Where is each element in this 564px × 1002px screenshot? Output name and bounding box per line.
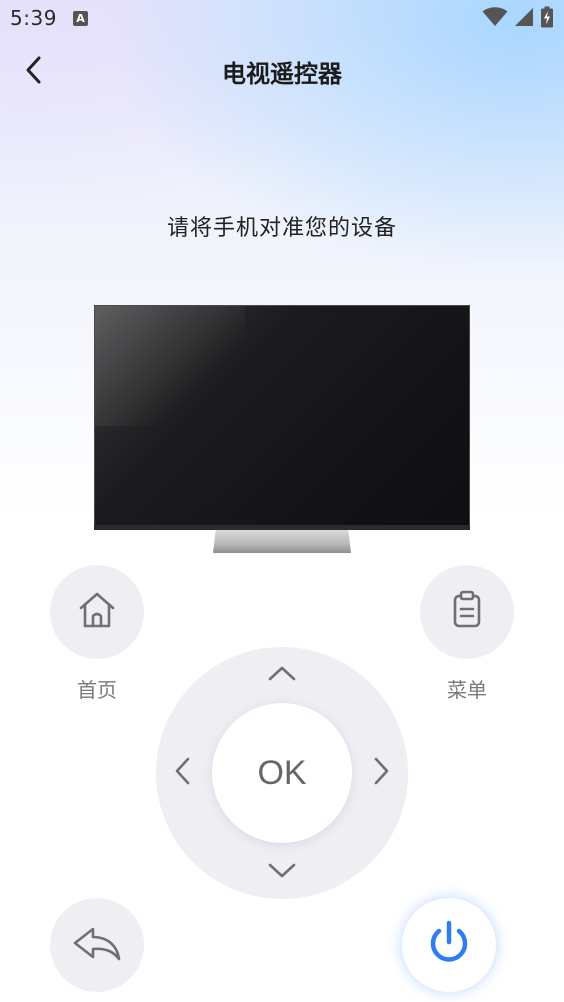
dpad-up-button[interactable] [262, 655, 302, 695]
chevron-left-icon [174, 757, 190, 789]
status-bar: 5:39 A [0, 0, 564, 38]
home-icon [75, 588, 119, 636]
tv-stand [213, 530, 351, 553]
menu-label: 菜单 [447, 678, 487, 702]
battery-charging-icon [540, 6, 554, 32]
status-icons [482, 6, 554, 32]
status-time: 5:39 [10, 6, 57, 30]
ok-button[interactable]: OK [212, 703, 352, 843]
power-button[interactable] [402, 898, 496, 992]
wifi-icon [482, 7, 508, 31]
power-icon [424, 918, 474, 972]
clipboard-icon [445, 588, 489, 636]
dpad: OK [156, 647, 408, 899]
menu-button[interactable] [420, 565, 514, 659]
tv-bezel [94, 525, 470, 530]
return-button[interactable] [50, 898, 144, 992]
tv-screen [94, 305, 470, 529]
tv-icon [94, 305, 470, 553]
home-label: 首页 [77, 678, 117, 702]
dpad-left-button[interactable] [162, 753, 202, 793]
a-icon: A [73, 11, 88, 26]
dpad-right-button[interactable] [362, 753, 402, 793]
chevron-up-icon [268, 665, 296, 685]
cellular-signal-icon [514, 7, 534, 31]
instruction-text: 请将手机对准您的设备 [166, 216, 397, 241]
dpad-down-button[interactable] [262, 853, 302, 893]
chevron-down-icon [268, 863, 296, 883]
page-title: 电视遥控器 [222, 60, 342, 88]
chevron-right-icon [374, 757, 390, 789]
home-button[interactable] [50, 565, 144, 659]
return-arrow-icon [71, 923, 123, 967]
